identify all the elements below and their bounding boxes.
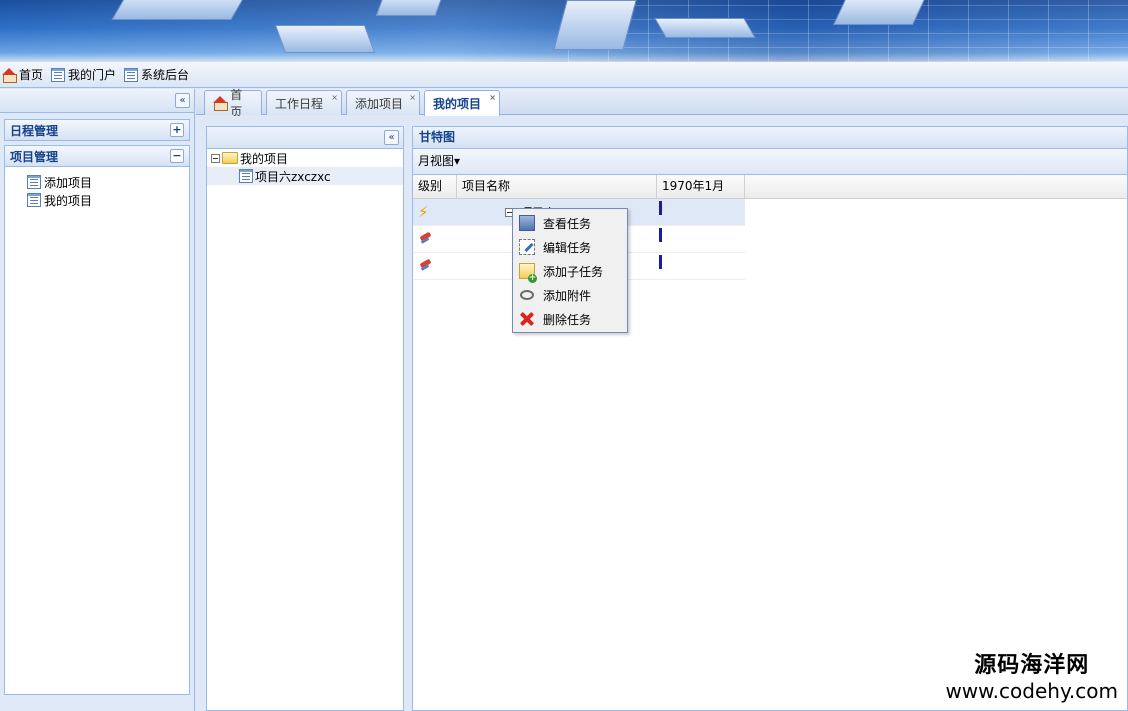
tree-node-label: 我的项目 bbox=[240, 151, 289, 166]
tab-label: 添加项目 bbox=[355, 96, 404, 111]
delete-icon bbox=[519, 311, 535, 327]
gantt-bar[interactable] bbox=[659, 201, 662, 215]
tab-my-projects[interactable]: 我的项目 × bbox=[424, 90, 500, 116]
home-icon bbox=[213, 96, 229, 111]
tab-schedule[interactable]: 工作日程 × bbox=[266, 90, 342, 115]
gantt-toolbar: 月视图▾ bbox=[413, 149, 1127, 175]
tree-node-root[interactable]: 我的项目 bbox=[207, 149, 403, 167]
menu-item-label: 添加子任务 bbox=[543, 264, 604, 279]
page-icon bbox=[239, 169, 253, 183]
content-area: « 我的项目 项目六zxczxc 甘特图 月视图▾ 级别 项目名称 1970年1… bbox=[196, 116, 1128, 711]
pin-icon bbox=[418, 232, 434, 244]
gantt-title: 甘特图 bbox=[413, 127, 1127, 149]
folder-icon bbox=[222, 152, 238, 164]
collapse-node-icon[interactable] bbox=[211, 153, 220, 163]
nav-portal-label: 我的门户 bbox=[68, 68, 117, 82]
tree-collapse-button[interactable]: « bbox=[384, 130, 399, 145]
page-icon bbox=[27, 193, 41, 207]
menu-item-delete-task[interactable]: 删除任务 bbox=[513, 307, 627, 331]
section-project-title: 项目管理 bbox=[10, 149, 59, 164]
close-icon[interactable]: × bbox=[409, 93, 416, 102]
add-subtask-icon bbox=[519, 263, 537, 283]
watermark-url: www.codehy.com bbox=[945, 679, 1118, 703]
home-icon bbox=[2, 67, 17, 83]
watermark-cn: 源码海洋网 bbox=[974, 653, 1090, 678]
menu-item-view-task[interactable]: 查看任务 bbox=[513, 211, 627, 235]
tree-node-project[interactable]: 项目六zxczxc bbox=[207, 167, 403, 185]
menu-item-add-attachment[interactable]: 添加附件 bbox=[513, 283, 627, 307]
menu-item-label: 删除任务 bbox=[543, 312, 592, 327]
attachment-icon bbox=[520, 290, 534, 300]
sidebar: « 日程管理 + 项目管理 − 添加项目 我的项目 bbox=[0, 89, 195, 711]
tab-label: 我的项目 bbox=[433, 97, 482, 111]
close-icon[interactable]: × bbox=[331, 93, 338, 102]
view-task-icon bbox=[519, 215, 535, 231]
col-level[interactable]: 级别 bbox=[413, 175, 457, 198]
sidebar-item-my-projects[interactable]: 我的项目 bbox=[5, 191, 189, 209]
watermark: 源码海洋网 www.codehy.com bbox=[941, 645, 1122, 705]
col-month[interactable]: 1970年1月 bbox=[657, 175, 745, 198]
top-nav: 首页 我的门户 系统后台 bbox=[0, 62, 1128, 88]
admin-icon bbox=[124, 67, 139, 82]
gantt-bar[interactable] bbox=[659, 255, 662, 269]
tab-label: 首页 bbox=[230, 88, 243, 119]
tab-home[interactable]: 首页 bbox=[204, 88, 262, 119]
section-project-body: 添加项目 我的项目 bbox=[4, 167, 190, 695]
menu-item-edit-task[interactable]: 编辑任务 bbox=[513, 235, 627, 259]
section-schedule-title: 日程管理 bbox=[10, 123, 59, 138]
col-name[interactable]: 项目名称 bbox=[457, 175, 657, 198]
sidebar-item-add-project[interactable]: 添加项目 bbox=[5, 173, 189, 191]
tab-bar: 首页 工作日程 × 添加项目 × 我的项目 × bbox=[196, 88, 1128, 119]
sidebar-collapse-button[interactable]: « bbox=[175, 93, 190, 108]
menu-item-label: 查看任务 bbox=[543, 216, 592, 231]
header-banner bbox=[0, 0, 1128, 62]
close-icon[interactable]: × bbox=[489, 93, 496, 102]
tree-node-label: 项目六zxczxc bbox=[255, 169, 331, 184]
edit-task-icon bbox=[519, 239, 535, 255]
sidebar-item-label: 添加项目 bbox=[44, 175, 93, 190]
section-project-header[interactable]: 项目管理 − bbox=[4, 145, 190, 167]
nav-admin[interactable]: 系统后台 bbox=[124, 66, 193, 83]
lightning-icon: ⚡ bbox=[418, 203, 429, 221]
nav-portal[interactable]: 我的门户 bbox=[51, 66, 120, 83]
gantt-bar[interactable] bbox=[659, 228, 662, 242]
tree-panel-header: « bbox=[207, 127, 403, 149]
section-schedule-header[interactable]: 日程管理 + bbox=[4, 119, 190, 141]
page-icon bbox=[27, 175, 41, 189]
tab-add-project[interactable]: 添加项目 × bbox=[346, 90, 420, 115]
gantt-header: 级别 项目名称 1970年1月 bbox=[413, 175, 1127, 199]
sidebar-item-label: 我的项目 bbox=[44, 193, 93, 208]
sidebar-accordion: 日程管理 + 项目管理 − 添加项目 我的项目 bbox=[4, 119, 190, 695]
menu-item-label: 添加附件 bbox=[543, 288, 592, 303]
project-tree-panel: « 我的项目 项目六zxczxc bbox=[206, 126, 404, 711]
nav-admin-label: 系统后台 bbox=[141, 68, 190, 82]
month-view-dropdown[interactable]: 月视图▾ bbox=[418, 154, 460, 168]
nav-home-label: 首页 bbox=[19, 68, 44, 82]
collapse-toggle-icon[interactable]: − bbox=[170, 149, 184, 163]
menu-item-add-subtask[interactable]: 添加子任务 bbox=[513, 259, 627, 283]
tab-label: 工作日程 bbox=[275, 96, 324, 111]
nav-home[interactable]: 首页 bbox=[2, 66, 47, 83]
menu-item-label: 编辑任务 bbox=[543, 240, 592, 255]
sidebar-header: « bbox=[0, 89, 194, 113]
pin-icon bbox=[418, 259, 434, 271]
expand-toggle-icon[interactable]: + bbox=[170, 123, 184, 137]
context-menu: 查看任务 编辑任务 添加子任务 添加附件 删除任务 bbox=[512, 208, 628, 333]
portal-icon bbox=[51, 67, 66, 82]
